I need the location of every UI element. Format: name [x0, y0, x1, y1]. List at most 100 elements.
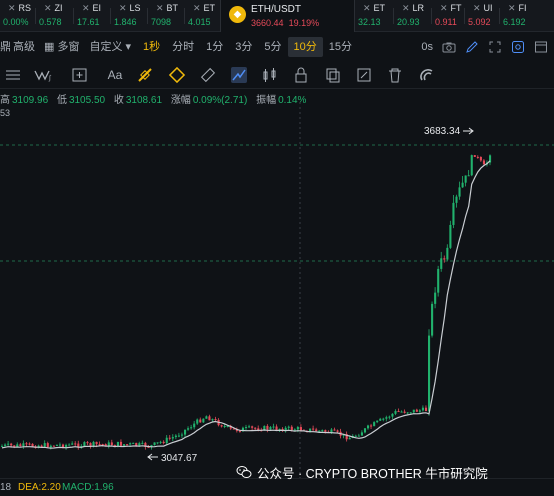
candle-body [269, 427, 272, 430]
timeframe-10m[interactable]: 10分 [287, 36, 323, 57]
grid-icon: ▦ [44, 40, 58, 53]
candle-body [357, 435, 360, 437]
ticker-tab[interactable]: ✕ UI 5.092 [465, 0, 500, 32]
candle-body [7, 443, 10, 445]
timeframe-5m[interactable]: 5分 [258, 37, 287, 57]
ticker-tab-active[interactable]: ◆ ETH/USDT 3660.44 19.19% [220, 0, 355, 32]
settings-lead-icon[interactable]: 鼎 [0, 37, 13, 57]
close-icon[interactable]: ✕ [82, 3, 90, 13]
ticker-tab[interactable]: ✕ RS 0.00% [0, 0, 36, 32]
candle-body [479, 156, 482, 161]
ticker-value: 0.00% [3, 17, 29, 27]
close-icon[interactable]: ✕ [402, 3, 410, 13]
dock-panel-icon[interactable] [534, 40, 548, 54]
ticker-name: LS [129, 3, 141, 13]
candle-body [211, 419, 214, 421]
ticker-tab[interactable]: ✕ BT 7098 [148, 0, 185, 32]
ticker-tab[interactable]: ✕ ZI 0.578 [36, 0, 74, 32]
advanced-chart-button[interactable]: 高级 [13, 37, 40, 57]
close-icon[interactable]: ✕ [363, 3, 371, 13]
candle-body [315, 429, 318, 432]
pen-icon[interactable] [465, 40, 479, 54]
candle-body [424, 407, 428, 412]
close-icon[interactable]: ✕ [44, 3, 52, 13]
ticker-tab[interactable]: ✕ FI 6.192 [500, 0, 537, 32]
add-window-icon[interactable] [71, 66, 89, 84]
candle-body [336, 430, 339, 432]
menu-icon[interactable] [4, 66, 22, 84]
candle-body [476, 156, 479, 158]
ticker-value: 4.015 [188, 17, 211, 27]
close-icon[interactable]: ✕ [119, 3, 127, 13]
watermark: 公众号 · CRYPTO BROTHER 牛市研究院 [236, 462, 488, 482]
candle-body [449, 224, 452, 248]
timeframe-1s[interactable]: 1秒 [137, 37, 166, 57]
close-icon[interactable]: ✕ [440, 3, 448, 13]
trash-icon[interactable] [386, 66, 404, 84]
magnet-icon[interactable] [418, 66, 436, 84]
candle-body [138, 443, 141, 446]
candle-type-icon[interactable] [261, 66, 279, 84]
fullscreen-icon[interactable] [488, 40, 502, 54]
ticker-value: 17.61 [77, 17, 100, 27]
close-icon[interactable]: ✕ [156, 3, 164, 13]
timeframe-line[interactable]: 分时 [166, 37, 200, 57]
candle-body [52, 445, 55, 447]
candle-body [287, 426, 290, 428]
candle-body [171, 437, 174, 439]
ticker-name: UI [483, 3, 493, 13]
ruler-icon[interactable] [199, 66, 217, 84]
edit-note-icon[interactable] [355, 66, 373, 84]
eth-coin-icon: ◆ [229, 6, 246, 23]
multi-window-label: 多窗 [57, 40, 80, 53]
candle-body [473, 155, 476, 157]
candle-body [135, 442, 138, 446]
close-icon[interactable]: ✕ [473, 3, 481, 13]
candle-body [412, 409, 415, 413]
candle-body [110, 442, 113, 445]
ticker-tab[interactable]: ✕ LR 20.93 [394, 0, 432, 32]
candle-body [431, 303, 434, 336]
candle-body [348, 437, 351, 440]
candle-body [10, 443, 13, 446]
candle-body [214, 419, 217, 421]
text-tool-icon[interactable]: Aa [104, 66, 126, 84]
ticker-tab[interactable]: ✕ ET 32.13 [355, 0, 394, 32]
ruler-diagonal-icon[interactable] [136, 66, 154, 84]
candle-body [22, 443, 25, 446]
candle-body [482, 160, 485, 165]
custom-dropdown[interactable]: 自定义 ▾ [83, 37, 137, 57]
multi-window-button[interactable]: ▦ 多窗 [40, 37, 83, 57]
copy-icon[interactable] [324, 66, 342, 84]
gear-icon[interactable] [511, 40, 525, 54]
candle-body [159, 441, 162, 443]
high-price-label: 3683.34 [424, 126, 461, 137]
camera-icon[interactable] [442, 40, 456, 54]
candle-body [180, 434, 184, 436]
close-icon[interactable]: ✕ [508, 3, 516, 13]
wechat-icon [236, 466, 252, 478]
ticker-tab[interactable]: ✕ FT 0.911 [432, 0, 465, 32]
candle-body [455, 196, 458, 203]
candle-body [434, 292, 437, 304]
candle-body [367, 425, 370, 429]
diamond-tool-icon[interactable] [168, 66, 186, 84]
candle-body [101, 444, 104, 446]
timeframe-1m[interactable]: 1分 [200, 37, 229, 57]
candle-body [275, 426, 278, 430]
candle-body [4, 444, 7, 446]
trend-line-icon[interactable] [230, 66, 248, 84]
close-icon[interactable]: ✕ [193, 3, 201, 13]
candle-body [202, 418, 205, 423]
candle-body [95, 441, 98, 445]
lock-icon[interactable] [292, 66, 310, 84]
timeframe-15m[interactable]: 15分 [323, 37, 358, 57]
candle-body [421, 407, 424, 411]
indicators-icon[interactable]: ∫ [34, 66, 56, 84]
ticker-tab[interactable]: ✕ ET 4.015 [185, 0, 220, 32]
candlestick-chart[interactable]: 3683.34 3047.67 [0, 100, 554, 478]
timeframe-3m[interactable]: 3分 [229, 37, 258, 57]
close-icon[interactable]: ✕ [8, 3, 16, 13]
ticker-tab[interactable]: ✕ LS 1.846 [111, 0, 148, 32]
ticker-tab[interactable]: ✕ EI 17.61 [74, 0, 111, 32]
